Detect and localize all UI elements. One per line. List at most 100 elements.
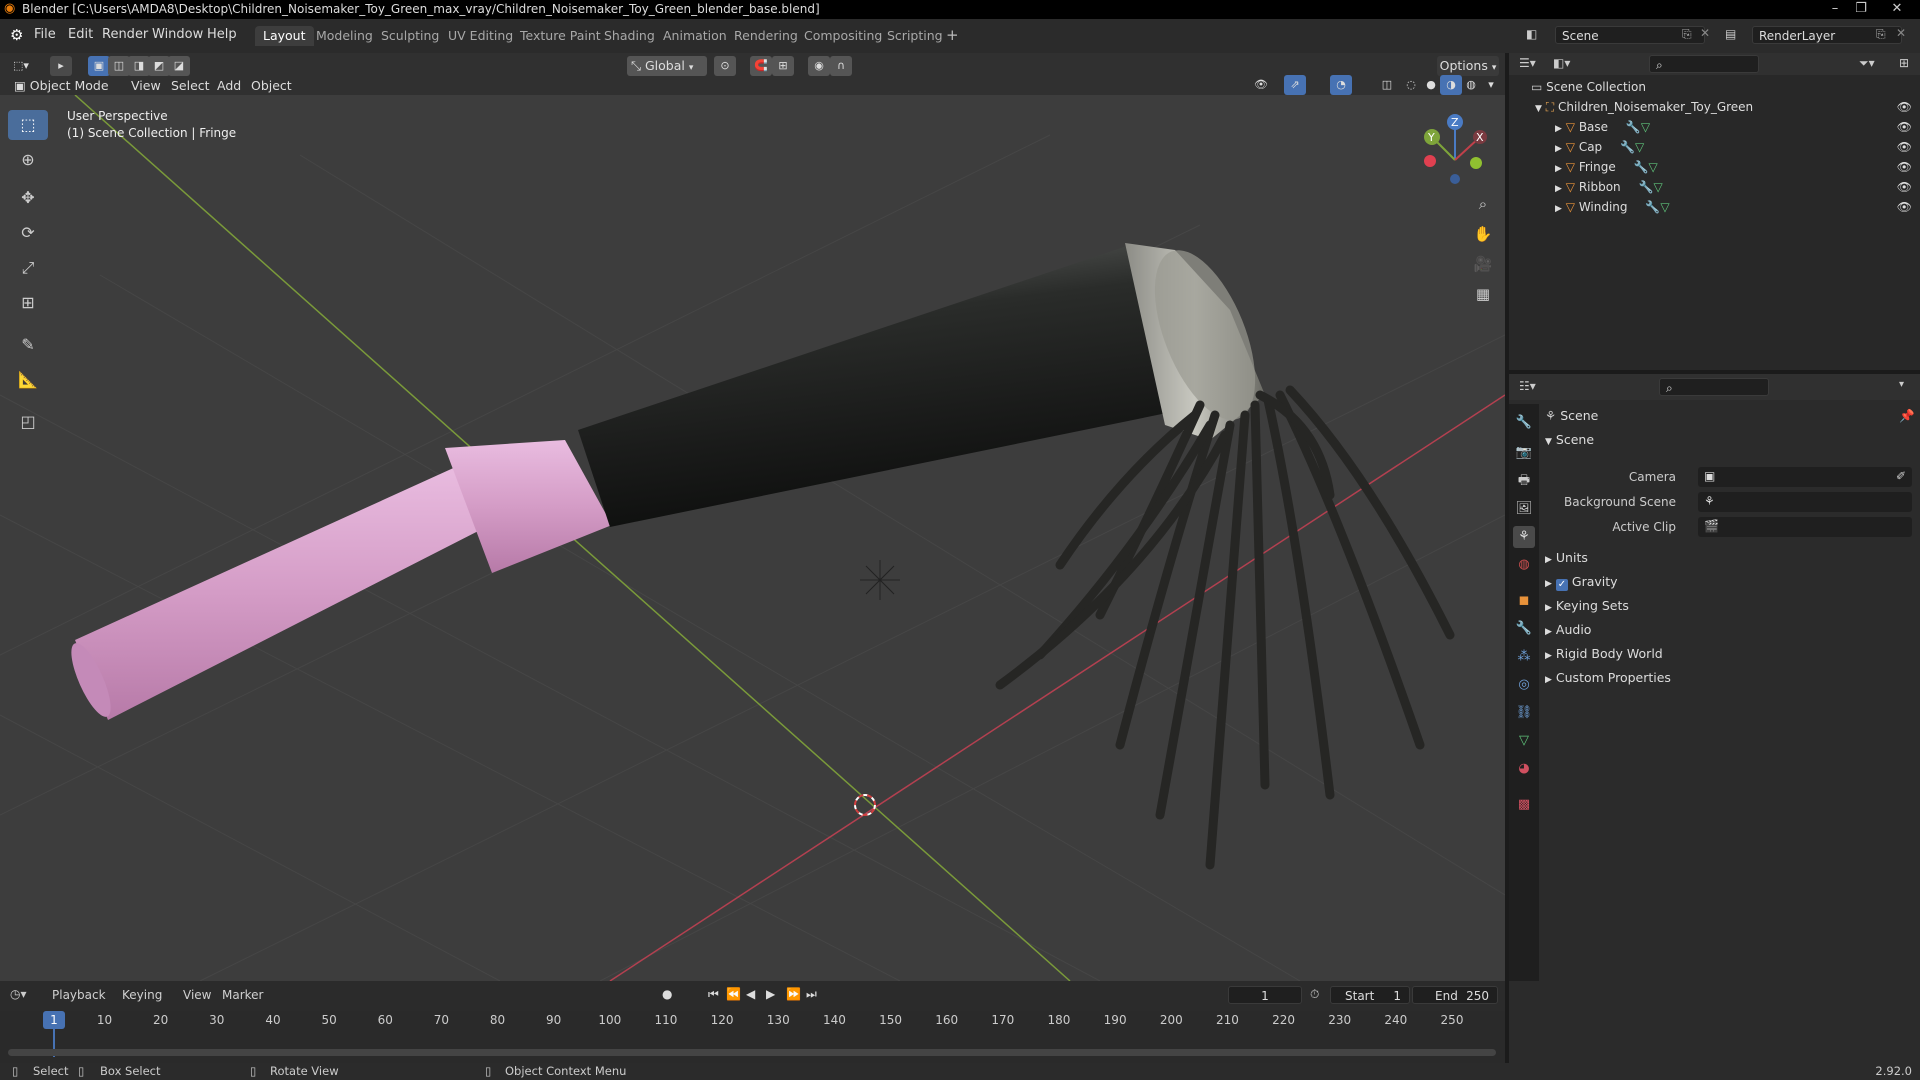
editor-type-icon[interactable]: ⬚▾ xyxy=(10,56,32,76)
material-tab-icon[interactable]: ◕ xyxy=(1513,758,1535,780)
copy-renderlayer-icon[interactable]: ⎘ xyxy=(1876,27,1886,42)
add-cube-tool-icon[interactable]: ◰ xyxy=(8,407,48,437)
particles-tab-icon[interactable]: ⁂ xyxy=(1513,646,1535,668)
close-button[interactable]: ✕ xyxy=(1874,0,1920,19)
expand-arrow-icon[interactable]: ▶ xyxy=(1555,124,1562,134)
outliner-search-input[interactable]: ⌕ xyxy=(1649,55,1759,73)
world-tab-icon[interactable]: ◍ xyxy=(1513,554,1535,576)
filter-icon[interactable]: ⏷▾ xyxy=(1859,56,1875,71)
shading-solid-icon[interactable]: ● xyxy=(1420,75,1442,95)
rigid-body-world-panel-header[interactable]: ▶ Rigid Body World xyxy=(1545,644,1663,664)
scene-panel-header[interactable]: ▼ Scene xyxy=(1545,430,1915,450)
annotate-tool-icon[interactable]: ✎ xyxy=(8,330,48,360)
physics-tab-icon[interactable]: ◎ xyxy=(1513,674,1535,696)
outliner-row-object[interactable]: ▶ ▽ Cap 🔧▽ 👁 xyxy=(1509,137,1920,157)
display-mode-icon[interactable]: ◧▾ xyxy=(1553,56,1570,70)
chevron-down-icon[interactable]: ▾ xyxy=(1899,379,1904,390)
tab-layout[interactable]: Layout xyxy=(255,26,314,46)
constraints-tab-icon[interactable]: ⛓ xyxy=(1513,702,1535,724)
pin-icon[interactable]: 📌 xyxy=(1899,406,1915,426)
new-collection-icon[interactable]: ⊞ xyxy=(1899,56,1909,70)
cursor-tool-icon[interactable]: ⊕ xyxy=(8,145,48,175)
options-dropdown[interactable]: Options ▾ xyxy=(1437,56,1499,76)
pivot-point-icon[interactable]: ⊙ xyxy=(714,56,736,76)
menu-render[interactable]: Render xyxy=(102,27,148,42)
3d-viewport[interactable]: Z Y X User Perspective (1) Scene Collect… xyxy=(0,95,1505,981)
properties-editor-type-icon[interactable]: ☷▾ xyxy=(1519,379,1536,393)
gravity-checkbox[interactable]: ✓ xyxy=(1555,579,1568,591)
move-tool-icon[interactable]: ✥ xyxy=(8,183,48,213)
outliner-row-object[interactable]: ▶ ▽ Fringe 🔧▽ 👁 xyxy=(1509,157,1920,177)
expand-arrow-icon[interactable]: ▼ xyxy=(1535,104,1542,114)
xray-toggle-icon[interactable]: ◫ xyxy=(1376,75,1398,95)
selection-mode-intersect-icon[interactable]: ◪ xyxy=(168,56,190,76)
tab-scripting[interactable]: Scripting xyxy=(879,26,951,46)
selection-mode-extend-icon[interactable]: ◫ xyxy=(108,56,130,76)
snap-toggle-icon[interactable]: 🧲 xyxy=(750,56,772,76)
gravity-panel-header[interactable]: ▶ ✓ Gravity xyxy=(1545,572,1618,592)
texture-tab-icon[interactable]: ▩ xyxy=(1513,794,1535,816)
perspective-toggle-icon[interactable]: ▦ xyxy=(1470,281,1496,307)
viewport-menu-view[interactable]: View xyxy=(131,76,161,96)
visibility-eye-icon[interactable]: 👁 xyxy=(1897,157,1912,177)
outliner-row-object[interactable]: ▶ ▽ Ribbon 🔧▽ 👁 xyxy=(1509,177,1920,197)
visibility-eye-icon[interactable]: 👁 xyxy=(1897,177,1912,197)
select-tool-icon[interactable]: ▸ xyxy=(50,56,72,76)
mesh-data-tab-icon[interactable]: ▽ xyxy=(1513,730,1535,752)
expand-arrow-icon[interactable]: ▶ xyxy=(1555,204,1562,214)
expand-arrow-icon[interactable]: ▶ xyxy=(1555,184,1562,194)
tab-modeling[interactable]: Modeling xyxy=(308,26,381,46)
view-layer-tab-icon[interactable]: 🖼 xyxy=(1513,498,1535,520)
remove-scene-icon[interactable]: ✕ xyxy=(1700,26,1710,40)
scene-tab-icon[interactable]: ⚘ xyxy=(1513,526,1535,548)
gizmo-toggle-icon[interactable]: ⇗ xyxy=(1284,75,1306,95)
select-box-tool-icon[interactable]: ⬚ xyxy=(8,110,48,140)
render-tab-icon[interactable]: 📷 xyxy=(1513,442,1535,464)
maximize-button[interactable]: ❐ xyxy=(1848,0,1874,19)
blender-menu-icon[interactable]: ⚙ xyxy=(10,26,23,44)
background-scene-field[interactable]: ⚘ xyxy=(1698,492,1912,512)
proportional-editing-icon[interactable]: ◉ xyxy=(808,56,830,76)
menu-help[interactable]: Help xyxy=(207,27,237,42)
menu-window[interactable]: Window xyxy=(152,27,203,42)
tab-shading[interactable]: Shading xyxy=(596,26,663,46)
snap-target-icon[interactable]: ⊞ xyxy=(772,56,794,76)
visibility-eye-icon[interactable]: 👁 xyxy=(1897,117,1912,137)
selection-mode-subtract-icon[interactable]: ◨ xyxy=(128,56,150,76)
object-tab-icon[interactable]: ◼ xyxy=(1513,590,1535,612)
shading-options-icon[interactable]: ▾ xyxy=(1480,75,1502,95)
custom-properties-panel-header[interactable]: ▶ Custom Properties xyxy=(1545,668,1671,688)
scene-selector-icon[interactable]: ◧ xyxy=(1526,27,1537,41)
proportional-falloff-icon[interactable]: ∩ xyxy=(830,56,852,76)
pan-hand-icon[interactable]: ✋ xyxy=(1470,221,1496,247)
expand-arrow-icon[interactable]: ▶ xyxy=(1555,164,1562,174)
visibility-eye-icon[interactable]: 👁 xyxy=(1897,197,1912,217)
overlay-toggle-icon[interactable]: ◔ xyxy=(1330,75,1352,95)
eyedropper-icon[interactable]: ✐ xyxy=(1896,469,1906,483)
audio-panel-header[interactable]: ▶ Audio xyxy=(1545,620,1591,640)
menu-edit[interactable]: Edit xyxy=(68,27,93,42)
tab-compositing[interactable]: Compositing xyxy=(796,26,890,46)
tab-uv-editing[interactable]: UV Editing xyxy=(440,26,521,46)
visibility-eye-icon[interactable]: 👁 xyxy=(1897,137,1912,157)
camera-field[interactable]: ▣ ✐ xyxy=(1698,467,1912,487)
copy-scene-icon[interactable]: ⎘ xyxy=(1682,27,1692,42)
transform-tool-icon[interactable]: ⊞ xyxy=(8,288,48,318)
tab-texture-paint[interactable]: Texture Paint xyxy=(512,26,609,46)
output-tab-icon[interactable]: 🖶 xyxy=(1513,470,1535,492)
menu-file[interactable]: File xyxy=(34,27,56,42)
units-panel-header[interactable]: ▶ Units xyxy=(1545,548,1588,568)
view-layer-icon[interactable]: ▤ xyxy=(1725,27,1736,41)
outliner-row-collection[interactable]: ▼ ⛶ Children_Noisemaker_Toy_Green 👁 xyxy=(1509,97,1920,117)
add-workspace-icon[interactable]: + xyxy=(946,26,959,44)
visibility-icon[interactable]: 👁 xyxy=(1250,75,1272,95)
properties-search-input[interactable]: ⌕ xyxy=(1659,378,1769,396)
outliner-row-scene-collection[interactable]: ▭ Scene Collection xyxy=(1509,77,1920,97)
transform-orientation-dropdown[interactable]: ⤡ Global ▾ xyxy=(627,56,707,76)
outliner-row-object[interactable]: ▶ ▽ Base 🔧▽ 👁 xyxy=(1509,117,1920,137)
viewport-menu-add[interactable]: Add xyxy=(217,76,241,96)
shading-rendered-icon[interactable]: ◍ xyxy=(1460,75,1482,95)
scale-tool-icon[interactable]: ⤢ xyxy=(8,253,48,283)
rotate-tool-icon[interactable]: ⟳ xyxy=(8,218,48,248)
timeline-scrollbar[interactable] xyxy=(8,1049,1496,1056)
